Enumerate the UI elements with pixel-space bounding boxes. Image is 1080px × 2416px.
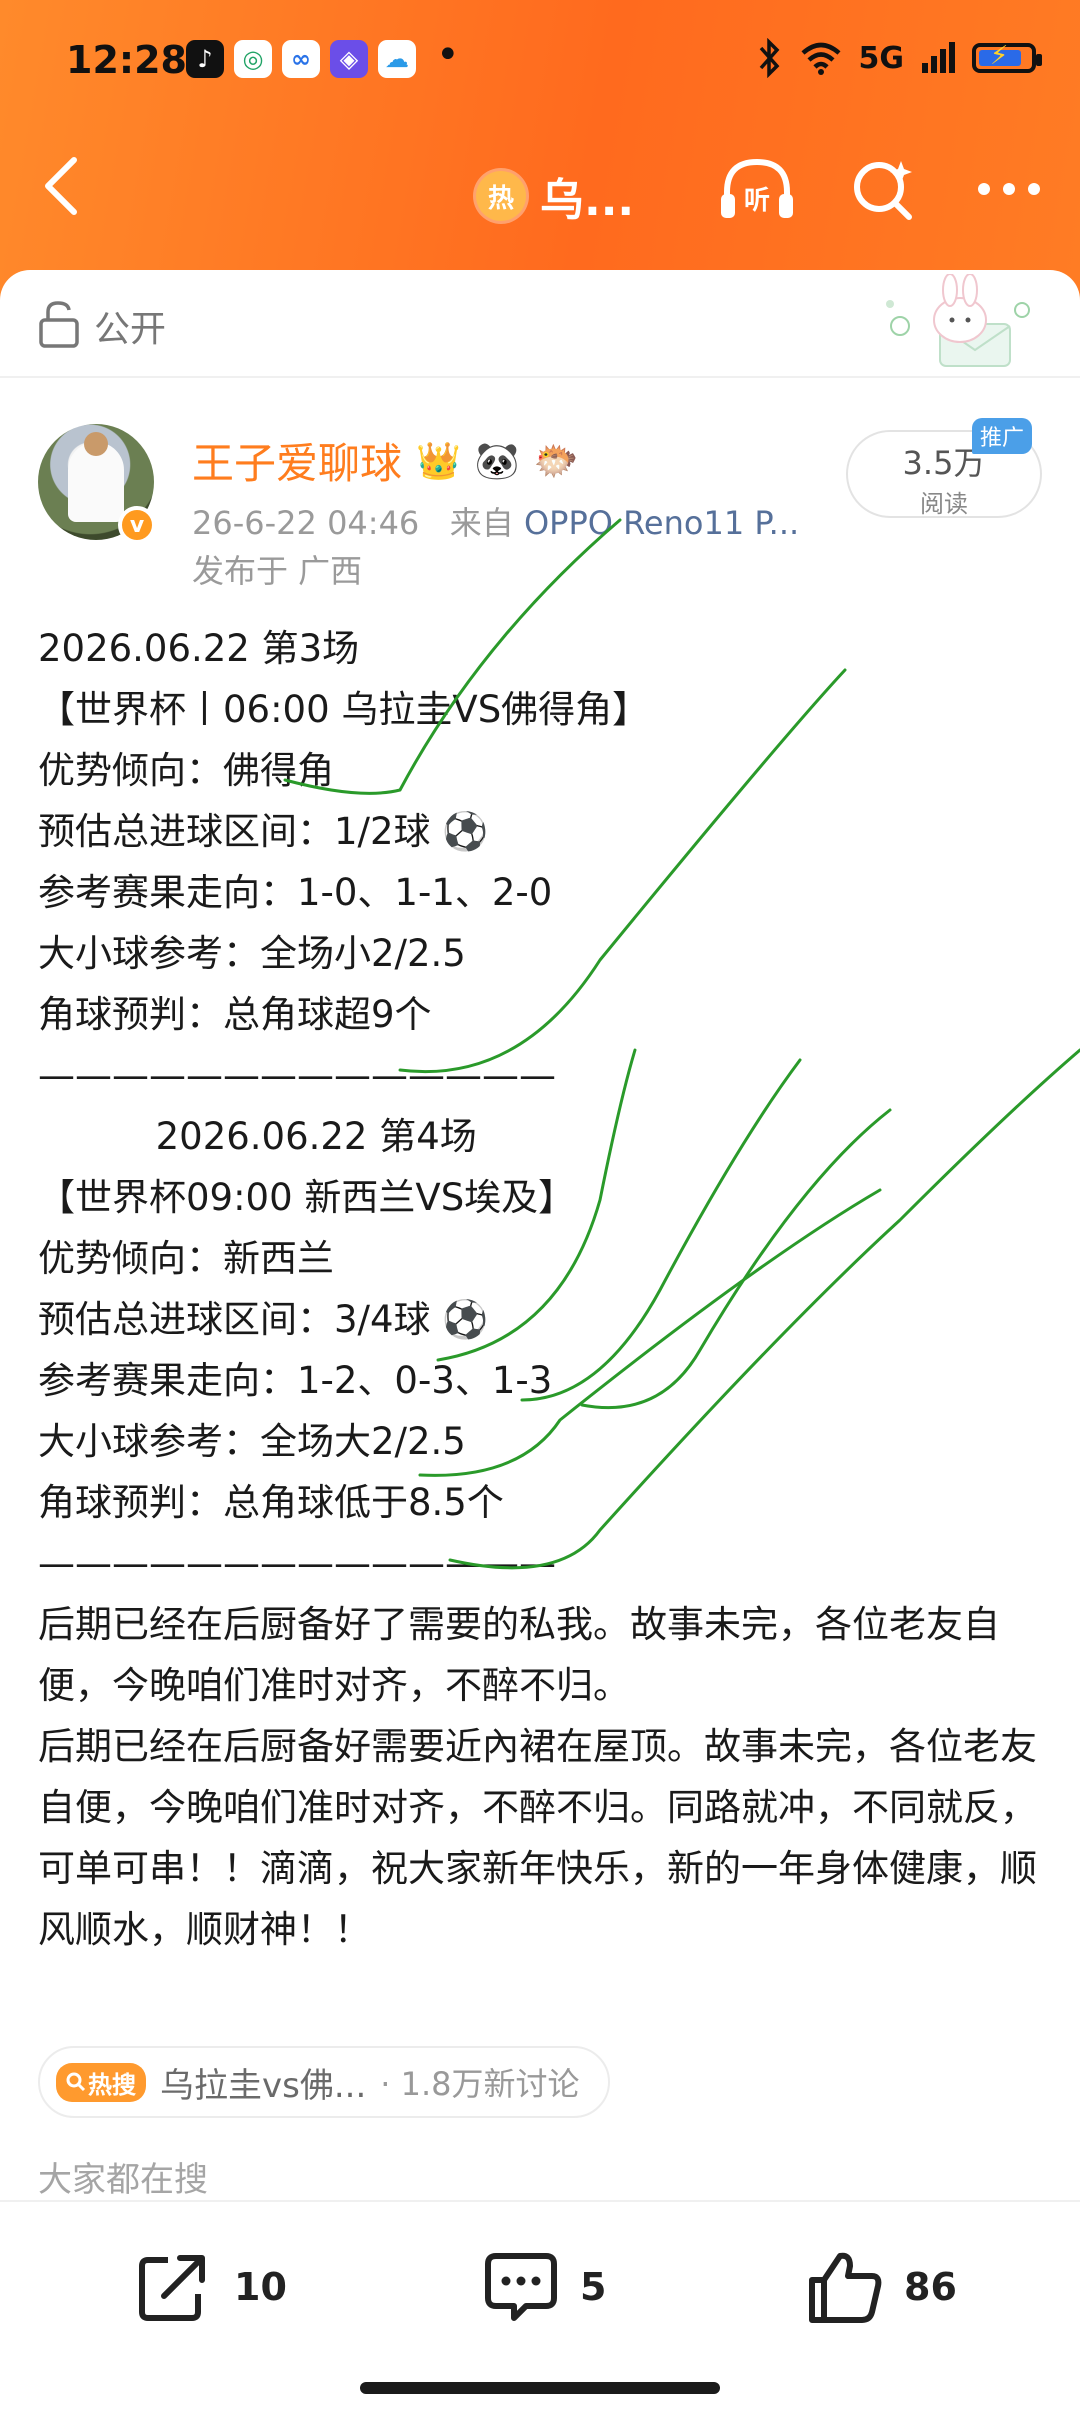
svg-text:听: 听 [744, 186, 770, 216]
comment-count: 5 [580, 2265, 607, 2309]
post-line: 大小球参考：全场大2/2.5 [38, 1420, 466, 1463]
post-line: 角球预判：总角球超9个 [38, 993, 432, 1036]
everyone-search-heading: 大家都在搜 [38, 2160, 208, 2200]
post-line: 参考赛果走向：1-0、1-1、2-0 [38, 871, 553, 914]
like-count: 86 [904, 2265, 957, 2309]
bunny-sticker-icon [886, 274, 1030, 367]
headphones-icon: 听 [721, 158, 793, 218]
post-line: 参考赛果走向：1-2、0-3、1-3 [38, 1359, 553, 1402]
thumbs-up-icon [809, 2252, 882, 2323]
more-button[interactable] [968, 148, 1050, 230]
post-line: 2026.06.22 第3场 [38, 627, 360, 670]
username[interactable]: 王子爱聊球 [192, 430, 402, 491]
battery-charging-icon: ⚡ [972, 41, 1042, 73]
baidu-cloud-icon: ∞ [282, 40, 320, 78]
source-prefix: 来自 [449, 504, 514, 542]
search-button[interactable] [842, 148, 924, 230]
post-paragraph: 后期已经在后厨备好了需要的私我。故事未完，各位老友自便，今晚咱们准时对齐，不醉不… [38, 1603, 1000, 1707]
post-time: 26-6-22 04:46 [192, 504, 420, 542]
home-indicator[interactable] [360, 2382, 720, 2394]
post-location: 发布于 广西 [192, 552, 363, 590]
comment-icon [485, 2253, 557, 2321]
share-button[interactable]: 10 [134, 2248, 287, 2326]
post-content: 2026.06.22 第3场 【世界杯丨06:00 乌拉圭VS佛得角】 优势倾向… [38, 618, 1048, 1960]
divider-line: —————————————— [38, 1542, 556, 1585]
source-device[interactable]: OPPO Reno11 P... [524, 504, 799, 542]
hot-search-chip[interactable]: 热搜 乌拉圭vs佛... · 1.8万新讨论 [38, 2046, 610, 2118]
post-meta: 26-6-22 04:46 来自 OPPO Reno11 P... [192, 498, 799, 544]
navigation-bar: 热 乌... 听 [0, 130, 1080, 250]
hot-topic-icon: 热 [476, 171, 526, 221]
like-button[interactable]: 86 [806, 2248, 957, 2326]
crown-badge-icon[interactable]: 👑 [416, 440, 461, 482]
signal-icon [922, 42, 955, 73]
bottom-action-bar: 10 5 86 [0, 2200, 1080, 2416]
status-indicators: 5G ⚡ [757, 38, 1042, 78]
search-icon [854, 161, 912, 220]
topic-title[interactable]: 热 乌... [476, 164, 634, 228]
bluetooth-icon [759, 38, 779, 78]
status-bar: 12:28 ♪ ◎ ∞ ◈ ☁ • 5G ⚡ [0, 0, 1080, 120]
visibility-bar: 公开 [0, 270, 1080, 378]
post-line: 大小球参考：全场小2/2.5 [38, 932, 466, 975]
weather-icon: ☁ [378, 40, 416, 78]
status-time: 12:28 [66, 38, 187, 82]
more-dots-icon [978, 183, 1040, 195]
visibility-label: 公开 [94, 309, 167, 350]
tiktok-icon: ♪ [186, 40, 224, 78]
hot-search-icon: 热搜 [56, 2062, 146, 2102]
panda-badge-icon[interactable]: 🐼 [475, 440, 520, 482]
nav-actions: 听 [716, 148, 1050, 230]
listen-button[interactable]: 听 [716, 148, 798, 230]
post-line: 预估总进球区间：3/4球 ⚽ [38, 1298, 489, 1341]
post-sheet: 公开 v 王子爱聊球 👑 🐼 🐡 26-6-22 04:46 来自 OPPO R… [0, 270, 1080, 2414]
shield-icon: ◈ [330, 40, 368, 78]
more-notifications-dot: • [436, 32, 460, 78]
promotion-tag: 推广 [972, 418, 1033, 454]
username-row: 王子爱聊球 👑 🐼 🐡 [192, 430, 579, 491]
back-button[interactable] [38, 154, 98, 224]
post-line: 优势倾向：佛得角 [38, 749, 334, 792]
post-line: 优势倾向：新西兰 [38, 1237, 334, 1280]
post-line: 角球预判：总角球低于8.5个 [38, 1481, 504, 1524]
pufferfish-badge-icon[interactable]: 🐡 [534, 440, 579, 482]
post-line: 【世界杯09:00 新西兰VS埃及】 [38, 1176, 576, 1219]
post-line: 2026.06.22 第4场 [38, 1115, 477, 1158]
comment-button[interactable]: 5 [482, 2248, 606, 2326]
notification-app-icons: ♪ ◎ ∞ ◈ ☁ [186, 40, 416, 78]
topic-title-text: 乌... [540, 175, 635, 226]
unlock-icon [39, 301, 79, 348]
chevron-left-icon [45, 157, 77, 215]
share-count: 10 [234, 2265, 287, 2309]
post-line: 预估总进球区间：1/2球 ⚽ [38, 810, 489, 853]
read-label: 阅读 [920, 490, 968, 518]
wallet-icon: ◎ [234, 40, 272, 78]
share-icon [139, 2255, 205, 2321]
network-type: 5G [858, 40, 905, 76]
post-paragraph: 后期已经在后厨备好需要近內裙在屋顶。故事未完，各位老友自便，今晚咱们准时对齐，不… [38, 1725, 1037, 1951]
post-line: 【世界杯丨06:00 乌拉圭VS佛得角】 [38, 688, 650, 731]
hot-search-topic: 乌拉圭vs佛... [160, 2065, 367, 2106]
magnifier-icon [66, 2072, 86, 2092]
hot-search-count: · 1.8万新讨论 [380, 2065, 580, 2103]
verified-badge-icon: v [118, 506, 156, 544]
divider-line: —————————————— [38, 1054, 556, 1097]
wifi-icon [801, 42, 840, 75]
